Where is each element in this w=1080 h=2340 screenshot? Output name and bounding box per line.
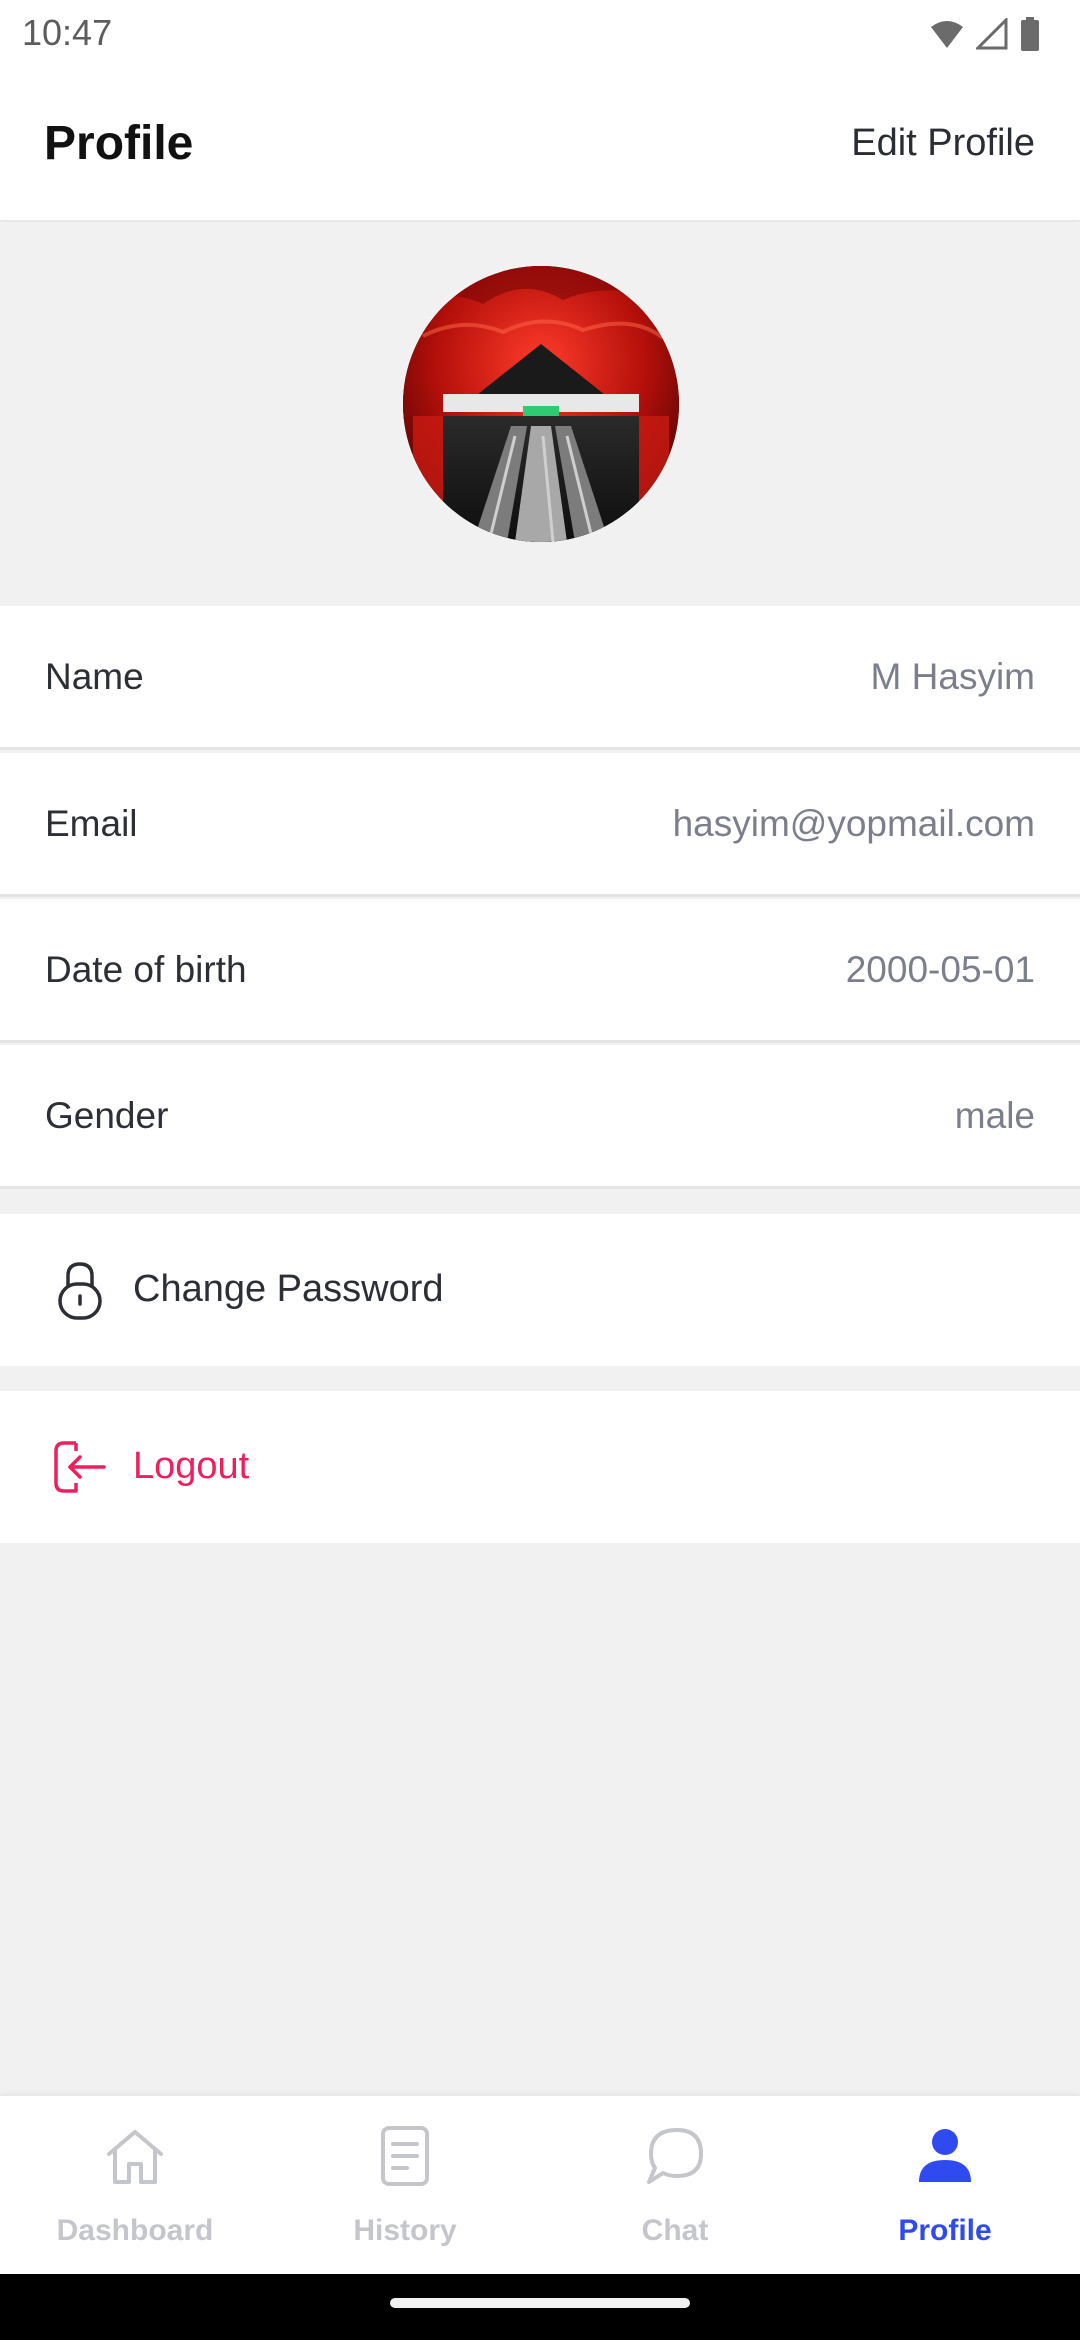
name-row: Name M Hasyim: [0, 606, 1080, 750]
change-password-button[interactable]: Change Password: [0, 1214, 1080, 1366]
name-value: M Hasyim: [870, 656, 1035, 697]
cell-signal-icon: [976, 18, 1008, 50]
status-bar: 10:47: [0, 0, 1080, 70]
gender-value: male: [954, 1095, 1035, 1136]
nav-item-profile[interactable]: Profile: [810, 2096, 1080, 2274]
chat-icon: [647, 2128, 703, 2184]
avatar[interactable]: [403, 266, 679, 542]
gender-label: Gender: [45, 1095, 169, 1136]
document-icon: [381, 2126, 429, 2186]
avatar-section: [0, 222, 1080, 606]
logout-icon: [54, 1441, 106, 1493]
nav-label-chat: Chat: [641, 2214, 709, 2247]
email-row: Email hasyim@yopmail.com: [0, 753, 1080, 897]
date-of-birth-row: Date of birth 2000-05-01: [0, 899, 1080, 1043]
edit-profile-button[interactable]: Edit Profile: [851, 122, 1035, 165]
change-password-label: Change Password: [133, 1268, 444, 1310]
wifi-icon: [931, 21, 963, 48]
nav-item-chat[interactable]: Chat: [540, 2096, 810, 2274]
nav-item-history[interactable]: History: [270, 2096, 540, 2274]
page-title: Profile: [44, 117, 194, 170]
date-of-birth-label: Date of birth: [45, 949, 247, 990]
home-indicator[interactable]: [390, 2298, 690, 2308]
profile-photo: [403, 266, 679, 542]
date-of-birth-value: 2000-05-01: [845, 949, 1035, 990]
lock-icon: [58, 1262, 102, 1320]
bottom-nav: Dashboard History Chat Profile: [0, 2096, 1080, 2274]
battery-icon: [1021, 17, 1039, 51]
logout-button[interactable]: Logout: [0, 1391, 1080, 1543]
app-header: Profile Edit Profile: [0, 70, 1080, 220]
system-nav-bar: [0, 2274, 1080, 2340]
nav-label-dashboard: Dashboard: [56, 2214, 214, 2247]
nav-item-dashboard[interactable]: Dashboard: [0, 2096, 270, 2274]
person-icon: [919, 2129, 971, 2182]
logout-label: Logout: [133, 1445, 250, 1487]
home-icon: [107, 2130, 163, 2184]
status-icons: [930, 14, 1040, 54]
email-value: hasyim@yopmail.com: [672, 803, 1035, 844]
name-label: Name: [45, 656, 144, 697]
gender-row: Gender male: [0, 1045, 1080, 1189]
nav-label-history: History: [353, 2214, 457, 2247]
nav-label-profile: Profile: [898, 2214, 992, 2247]
email-label: Email: [45, 803, 138, 844]
status-time: 10:47: [22, 12, 113, 53]
